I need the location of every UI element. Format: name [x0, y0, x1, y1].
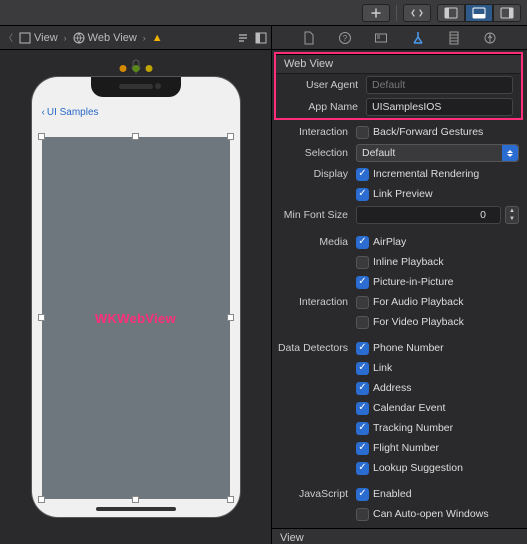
- section-header-webview: Web View: [276, 54, 521, 74]
- detectors-label: Data Detectors: [272, 342, 356, 354]
- js-label: JavaScript: [272, 488, 356, 500]
- pip-label: Picture-in-Picture: [373, 276, 454, 288]
- linkpreview-checkbox[interactable]: [356, 188, 369, 201]
- user-agent-label: User Agent: [284, 79, 366, 91]
- back-nav[interactable]: ‹ UI Samples: [42, 107, 99, 118]
- tab-connections-icon[interactable]: [483, 31, 497, 45]
- audio-label: For Audio Playback: [373, 296, 463, 308]
- navigate-button[interactable]: [403, 4, 431, 22]
- media-interaction-label: Interaction: [272, 296, 356, 308]
- det-cal-label: Calendar Event: [373, 402, 445, 414]
- det-cal-checkbox[interactable]: [356, 402, 369, 415]
- det-track-label: Tracking Number: [373, 422, 453, 434]
- canvas[interactable]: ‹ UI Samples WKWebView: [0, 50, 271, 544]
- app-name-label: App Name: [284, 101, 366, 113]
- device-frame[interactable]: ‹ UI Samples WKWebView: [32, 77, 240, 517]
- tab-help-icon[interactable]: ?: [338, 31, 352, 45]
- chevron-icon: ›: [143, 33, 146, 43]
- section-header-view: View: [272, 528, 527, 544]
- breadcrumb-webview-label: Web View: [88, 32, 137, 44]
- globe-icon: [73, 32, 85, 44]
- tab-size-icon[interactable]: [447, 31, 461, 45]
- chevron-icon: ›: [64, 33, 67, 43]
- minfont-label: Min Font Size: [272, 209, 356, 221]
- det-lookup-label: Lookup Suggestion: [373, 462, 463, 474]
- det-track-checkbox[interactable]: [356, 422, 369, 435]
- breadcrumb-webview[interactable]: Web View: [71, 32, 139, 44]
- breadcrumb-view-label: View: [34, 32, 58, 44]
- minfont-input[interactable]: [356, 206, 501, 224]
- det-flight-label: Flight Number: [373, 442, 439, 454]
- chevron-left-icon[interactable]: 〈: [4, 31, 13, 44]
- js-enabled-label: Enabled: [373, 488, 412, 500]
- app-name-input[interactable]: [366, 98, 513, 116]
- gestures-checkbox[interactable]: [356, 126, 369, 139]
- airplay-label: AirPlay: [373, 236, 406, 248]
- det-lookup-checkbox[interactable]: [356, 462, 369, 475]
- tab-identity-icon[interactable]: [374, 31, 388, 45]
- tab-file-icon[interactable]: [302, 31, 316, 45]
- home-indicator: [96, 507, 176, 511]
- webview-label: WKWebView: [95, 311, 176, 326]
- display-label: Display: [272, 168, 356, 180]
- panel-bottom-button[interactable]: [465, 4, 493, 22]
- det-address-label: Address: [373, 382, 412, 394]
- status-dot-icon: [119, 65, 126, 72]
- align-icon[interactable]: [237, 32, 249, 44]
- webview-element[interactable]: WKWebView: [42, 137, 230, 499]
- status-dot-icon: [145, 65, 152, 72]
- inline-label: Inline Playback: [373, 256, 444, 268]
- det-phone-label: Phone Number: [373, 342, 444, 354]
- airplay-checkbox[interactable]: [356, 236, 369, 249]
- incremental-checkbox[interactable]: [356, 168, 369, 181]
- det-link-checkbox[interactable]: [356, 362, 369, 375]
- panel-left-button[interactable]: [437, 4, 465, 22]
- breadcrumb-view[interactable]: View: [17, 32, 60, 44]
- js-autoopen-checkbox[interactable]: [356, 508, 369, 521]
- selection-label: Selection: [272, 147, 356, 159]
- video-label: For Video Playback: [373, 316, 464, 328]
- gestures-label: Back/Forward Gestures: [373, 126, 483, 138]
- inline-checkbox[interactable]: [356, 256, 369, 269]
- pip-checkbox[interactable]: [356, 276, 369, 289]
- chevron-left-icon: ‹: [42, 107, 45, 118]
- incremental-label: Incremental Rendering: [373, 168, 479, 180]
- svg-text:?: ?: [343, 34, 348, 43]
- panel-right-button[interactable]: [493, 4, 521, 22]
- minfont-stepper[interactable]: ▲▼: [505, 206, 519, 224]
- linkpreview-label: Link Preview: [373, 188, 433, 200]
- det-link-label: Link: [373, 362, 392, 374]
- det-address-checkbox[interactable]: [356, 382, 369, 395]
- device-notch: [91, 77, 181, 97]
- add-button[interactable]: [362, 4, 390, 22]
- selection-value: Default: [362, 147, 395, 159]
- back-nav-label: UI Samples: [47, 107, 99, 118]
- js-autoopen-label: Can Auto-open Windows: [373, 508, 489, 520]
- det-flight-checkbox[interactable]: [356, 442, 369, 455]
- js-enabled-checkbox[interactable]: [356, 488, 369, 501]
- warning-icon[interactable]: ▲: [150, 32, 165, 44]
- breadcrumb[interactable]: 〈 View › Web View › ▲: [0, 26, 271, 50]
- user-agent-input[interactable]: [366, 76, 513, 94]
- view-icon: [19, 32, 31, 44]
- audio-checkbox[interactable]: [356, 296, 369, 309]
- outline-icon[interactable]: [255, 32, 267, 44]
- media-label: Media: [272, 236, 356, 248]
- interaction-label: Interaction: [272, 126, 356, 138]
- det-phone-checkbox[interactable]: [356, 342, 369, 355]
- tab-attributes-icon[interactable]: [411, 31, 425, 45]
- video-checkbox[interactable]: [356, 316, 369, 329]
- status-dot-icon: [132, 65, 139, 72]
- selection-select[interactable]: Default: [356, 144, 519, 162]
